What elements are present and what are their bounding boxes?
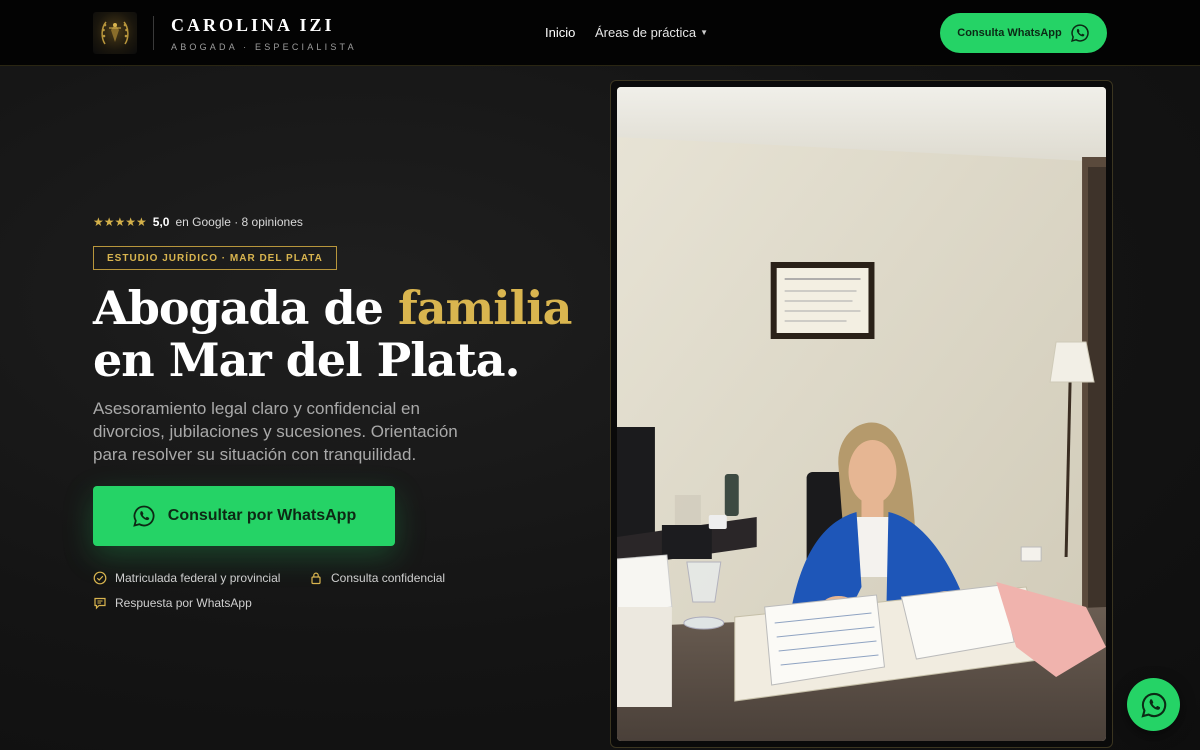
rating-stars-icon: ★★★★★ — [93, 215, 147, 229]
whatsapp-icon — [132, 505, 155, 527]
headline-accent: familia — [397, 281, 572, 335]
feature-confidencial: Consulta confidencial — [309, 571, 445, 585]
google-rating: ★★★★★ 5,0 en Google · 8 opiniones — [93, 215, 303, 229]
nav-link-label: Áreas de práctica — [595, 25, 697, 40]
lawyer-photo-frame — [610, 80, 1113, 748]
brand-tagline: ABOGADA · ESPECIALISTA — [171, 42, 357, 52]
location-badge: ESTUDIO JURÍDICO · MAR DEL PLATA — [93, 246, 337, 270]
whatsapp-icon — [1140, 692, 1166, 718]
logo-emblem-icon[interactable] — [93, 12, 137, 54]
site-header: CAROLINA IZI ABOGADA · ESPECIALISTA Inic… — [0, 0, 1200, 66]
header-whatsapp-button[interactable]: Consulta WhatsApp — [940, 13, 1107, 53]
chat-icon — [94, 597, 106, 610]
rating-text: en Google · 8 opiniones — [175, 215, 303, 229]
check-circle-icon — [93, 571, 107, 585]
hero-headline: Abogada de familia en Mar del Plata. — [93, 282, 593, 386]
hero-description: Asesoramiento legal claro y confidencial… — [93, 399, 458, 464]
feature-label: Matriculada federal y provincial — [115, 571, 281, 585]
feature-respuesta: Respuesta por WhatsApp — [93, 596, 252, 610]
brand-name[interactable]: CAROLINA IZI — [171, 15, 335, 36]
chevron-down-icon: ▼ — [700, 28, 709, 37]
whatsapp-icon — [1070, 24, 1089, 42]
consult-whatsapp-button[interactable]: Consultar por WhatsApp — [93, 486, 395, 546]
floating-whatsapp-button[interactable] — [1127, 678, 1180, 731]
lock-icon — [311, 572, 321, 585]
nav-link-inicio[interactable]: Inicio — [545, 25, 575, 40]
lawyer-office-photo — [617, 87, 1106, 741]
feature-label: Consulta confidencial — [331, 571, 446, 585]
nav-link-areas-de-practica[interactable]: Áreas de práctica ▼ — [595, 25, 708, 40]
feature-matriculada: Matriculada federal y provincial — [93, 571, 280, 585]
feature-label: Respuesta por WhatsApp — [115, 596, 252, 610]
headline-text: Abogada de — [93, 281, 398, 335]
header-cta-label: Consulta WhatsApp — [957, 27, 1062, 39]
headline-text-line2: en Mar del Plata. — [93, 333, 521, 387]
logo-divider — [153, 16, 154, 50]
rating-score: 5,0 — [152, 215, 170, 229]
main-cta-label: Consultar por WhatsApp — [167, 507, 357, 524]
